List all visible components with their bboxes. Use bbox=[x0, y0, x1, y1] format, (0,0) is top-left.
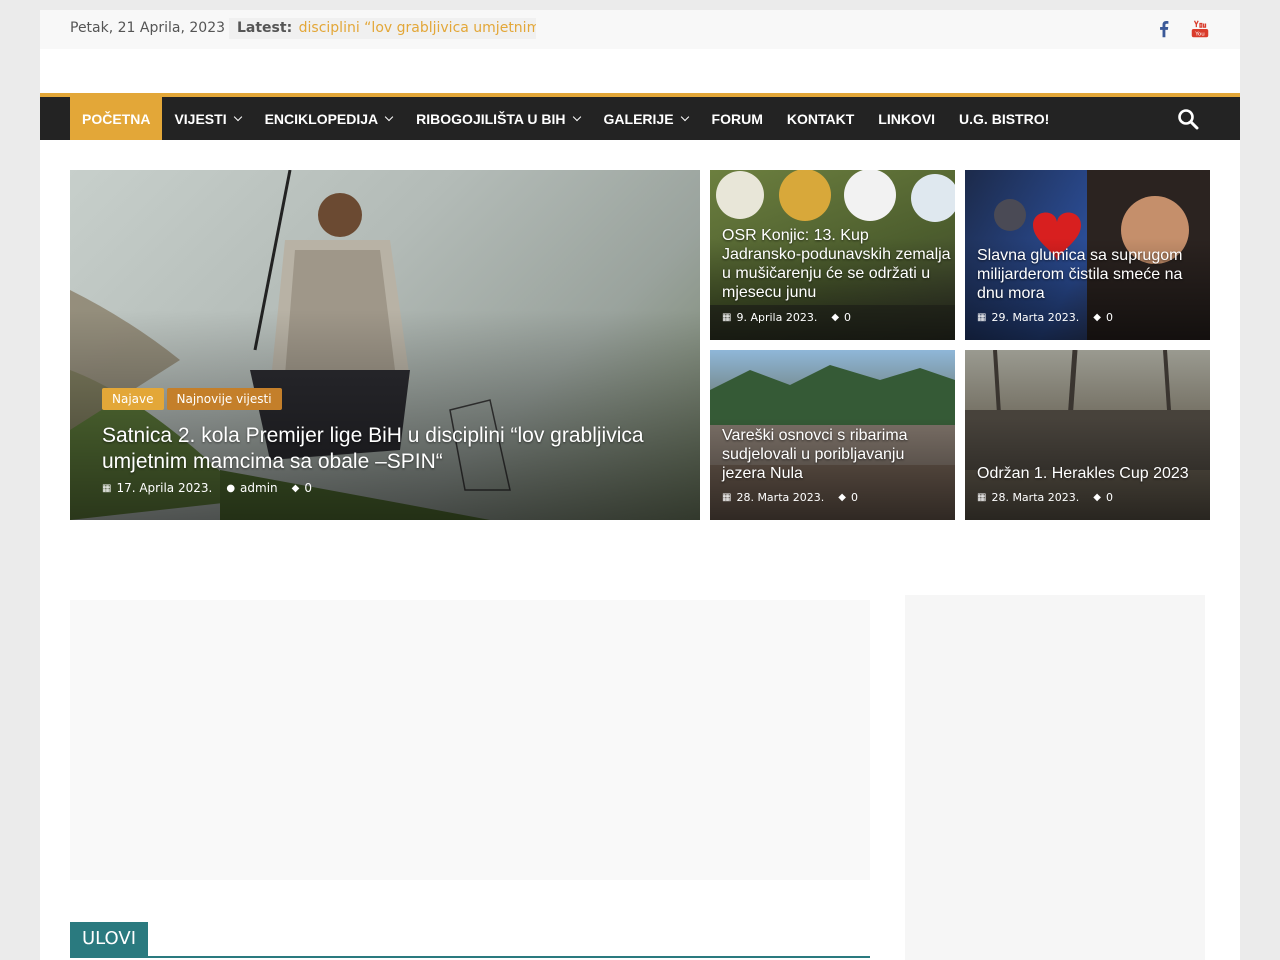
post-date[interactable]: 9. Aprila 2023. bbox=[736, 311, 817, 324]
calendar-icon: ▦ bbox=[977, 492, 987, 503]
post-date[interactable]: 28. Marta 2023. bbox=[736, 491, 824, 504]
ad-placeholder bbox=[70, 600, 870, 880]
chevron-down-icon bbox=[384, 112, 394, 121]
svg-text:You: You bbox=[1194, 31, 1204, 37]
nav-label: POČETNA bbox=[82, 110, 151, 127]
featured-post-title[interactable]: Vareški osnovci s ribarima sudjelovali u… bbox=[722, 426, 952, 483]
section-header-ulovi: ULOVI bbox=[70, 922, 870, 958]
nav-label: VIJESTI bbox=[174, 110, 227, 127]
comment-icon: ◆ bbox=[1093, 492, 1101, 503]
featured-post-title[interactable]: OSR Konjic: 13. Kup Jadransko-podunavski… bbox=[722, 226, 952, 302]
featured-post-3[interactable]: Vareški osnovci s ribarima sudjelovali u… bbox=[710, 350, 955, 520]
nav-label: ENCIKLOPEDIJA bbox=[264, 110, 379, 127]
nav-label: KONTAKT bbox=[786, 110, 855, 127]
nav-menu: POČETNA VIJESTI ENCIKLOPEDIJA RIBOGOJILI… bbox=[70, 97, 1061, 140]
nav-label: FORUM bbox=[711, 110, 763, 127]
nav-item-ribogojilista[interactable]: RIBOGOJILIŠTA U BIH bbox=[404, 97, 591, 140]
latest-news-ticker[interactable]: Latest: disciplini “lov grabljivica umje… bbox=[229, 18, 536, 39]
top-bar: Petak, 21 Aprila, 2023 Latest: disciplin… bbox=[40, 10, 1240, 49]
calendar-icon: ▦ bbox=[722, 492, 732, 503]
post-date[interactable]: 28. Marta 2023. bbox=[991, 491, 1079, 504]
calendar-icon: ▦ bbox=[102, 482, 112, 494]
nav-label: LINKOVI bbox=[878, 110, 936, 127]
nav-item-galerije[interactable]: GALERIJE bbox=[592, 97, 700, 140]
category-tag[interactable]: Najnovije vijesti bbox=[166, 388, 282, 410]
featured-post-title[interactable]: Slavna glumica sa suprugom milijarderom … bbox=[977, 246, 1207, 303]
youtube-icon[interactable]: You bbox=[1189, 18, 1211, 40]
facebook-icon[interactable] bbox=[1153, 18, 1175, 40]
featured-post-4[interactable]: Održan 1. Herakles Cup 2023 ▦ 28. Marta … bbox=[965, 350, 1210, 520]
post-meta: ▦ 29. Marta 2023. ◆ 0 bbox=[977, 311, 1113, 324]
latest-label: Latest: bbox=[237, 20, 293, 36]
search-icon[interactable] bbox=[1176, 107, 1200, 131]
nav-item-ug-bistro[interactable]: U.G. BISTRO! bbox=[947, 97, 1061, 140]
post-author[interactable]: admin bbox=[240, 481, 278, 495]
featured-main-post[interactable]: Najave Najnovije vijesti Satnica 2. kola… bbox=[70, 170, 700, 520]
section-title[interactable]: ULOVI bbox=[70, 922, 149, 956]
user-icon: ● bbox=[226, 482, 236, 494]
featured-main-title[interactable]: Satnica 2. kola Premijer lige BiH u disc… bbox=[102, 423, 662, 475]
comment-icon: ◆ bbox=[1093, 312, 1101, 323]
nav-item-linkovi[interactable]: LINKOVI bbox=[866, 97, 947, 140]
nav-item-pocetna[interactable]: POČETNA bbox=[70, 97, 163, 140]
nav-item-vijesti[interactable]: VIJESTI bbox=[162, 97, 252, 140]
sidebar bbox=[905, 595, 1205, 960]
featured-post-title[interactable]: Održan 1. Herakles Cup 2023 bbox=[977, 464, 1207, 483]
featured-post-2[interactable]: Slavna glumica sa suprugom milijarderom … bbox=[965, 170, 1210, 340]
chevron-down-icon bbox=[680, 112, 689, 121]
comment-count[interactable]: 0 bbox=[1106, 311, 1113, 324]
post-date[interactable]: 29. Marta 2023. bbox=[991, 311, 1079, 324]
comment-icon: ◆ bbox=[831, 312, 840, 323]
post-meta: ▦ 9. Aprila 2023. ◆ 0 bbox=[722, 311, 851, 324]
calendar-icon: ▦ bbox=[977, 312, 987, 323]
main-navigation: POČETNA VIJESTI ENCIKLOPEDIJA RIBOGOJILI… bbox=[40, 93, 1240, 140]
comment-icon: ◆ bbox=[291, 482, 300, 494]
comment-count[interactable]: 0 bbox=[851, 491, 858, 504]
nav-label: U.G. BISTRO! bbox=[959, 110, 1050, 127]
calendar-icon: ▦ bbox=[722, 312, 732, 323]
nav-label: RIBOGOJILIŠTA U BIH bbox=[416, 110, 566, 127]
nav-item-enciklopedija[interactable]: ENCIKLOPEDIJA bbox=[253, 97, 405, 140]
category-tags: Najave Najnovije vijesti bbox=[102, 388, 282, 410]
chevron-down-icon bbox=[233, 112, 242, 121]
nav-item-forum[interactable]: FORUM bbox=[700, 97, 775, 140]
latest-headline[interactable]: disciplini “lov grabljivica umjetnim bbox=[299, 20, 536, 36]
chevron-down-icon bbox=[572, 112, 581, 121]
featured-post-1[interactable]: OSR Konjic: 13. Kup Jadransko-podunavski… bbox=[710, 170, 955, 340]
comment-icon: ◆ bbox=[838, 492, 846, 503]
post-meta: ▦ 28. Marta 2023. ◆ 0 bbox=[722, 491, 858, 504]
comment-count[interactable]: 0 bbox=[304, 481, 312, 495]
nav-item-kontakt[interactable]: KONTAKT bbox=[775, 97, 866, 140]
comment-count[interactable]: 0 bbox=[1106, 491, 1113, 504]
current-date: Petak, 21 Aprila, 2023 bbox=[70, 20, 226, 36]
post-date[interactable]: 17. Aprila 2023. bbox=[116, 481, 212, 495]
post-meta: ▦ 28. Marta 2023. ◆ 0 bbox=[977, 491, 1113, 504]
page: Petak, 21 Aprila, 2023 Latest: disciplin… bbox=[40, 10, 1240, 960]
post-meta: ▦ 17. Aprila 2023. ● admin ◆ 0 bbox=[102, 481, 312, 495]
comment-count[interactable]: 0 bbox=[844, 311, 851, 324]
category-tag[interactable]: Najave bbox=[102, 388, 164, 410]
nav-label: GALERIJE bbox=[603, 110, 674, 127]
